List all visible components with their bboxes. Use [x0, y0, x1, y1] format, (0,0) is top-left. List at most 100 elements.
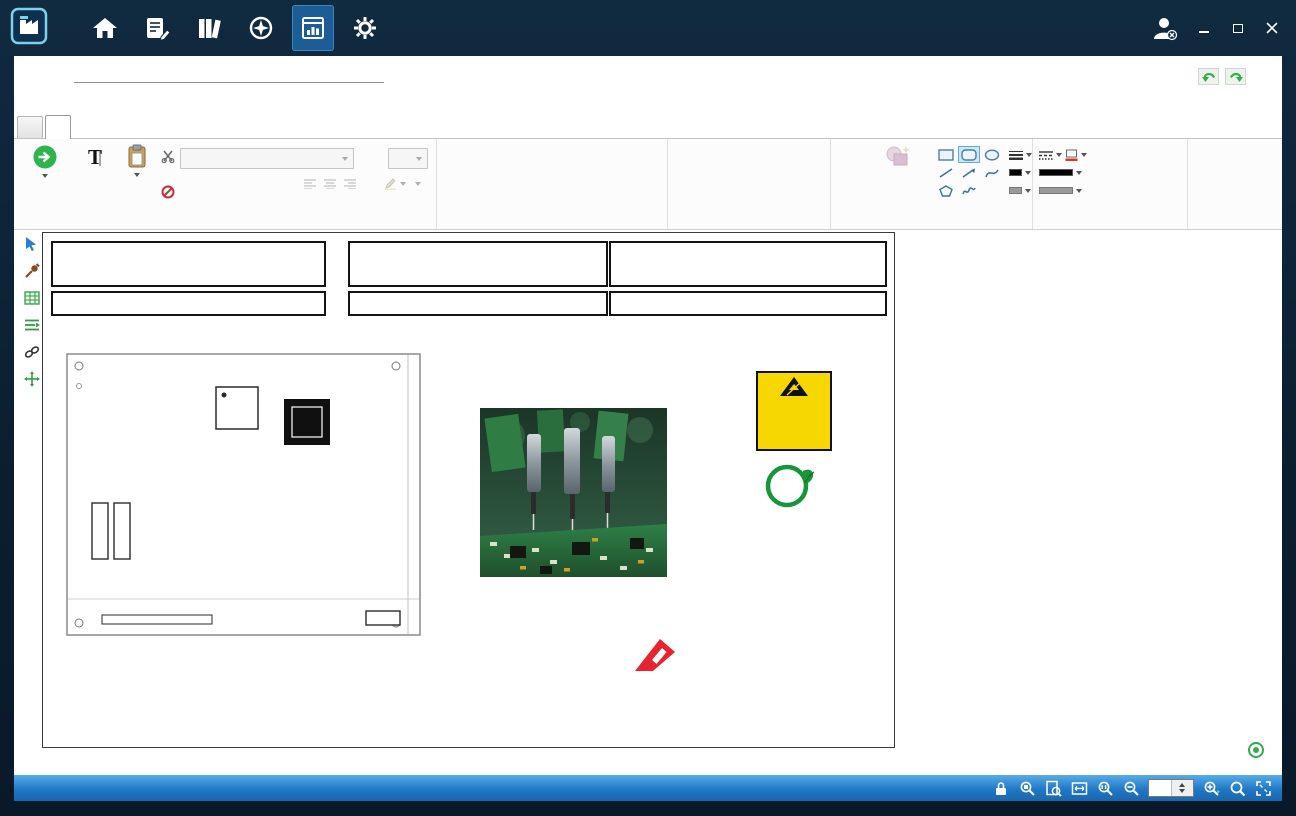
font-name-combo[interactable]: [180, 148, 354, 169]
zoom-100-icon[interactable]: [1096, 779, 1114, 797]
highlighter-icon: [384, 177, 397, 190]
nav-navigator-icon[interactable]: [240, 5, 282, 51]
esd-warning-label[interactable]: [756, 371, 832, 451]
titlebar: [0, 0, 1296, 56]
insert-button[interactable]: [24, 144, 66, 178]
underline-button[interactable]: [222, 175, 241, 193]
leadfree-icon: [761, 461, 819, 513]
redo-icon: [1229, 71, 1243, 83]
canvas-overview-toggle[interactable]: [1248, 742, 1264, 758]
assembly-photo-object[interactable]: [480, 408, 667, 577]
spinner-down-icon[interactable]: [1179, 789, 1185, 793]
insert-text-icon: T: [80, 144, 104, 170]
align-center-button[interactable]: [320, 175, 339, 193]
move-tool-icon[interactable]: [23, 371, 41, 387]
align-center-icon: [324, 179, 336, 189]
nav-library-icon[interactable]: [188, 5, 230, 51]
subscript-button[interactable]: [262, 175, 281, 193]
ribbon: T: [14, 139, 1282, 230]
label-assembly-name-revision[interactable]: [51, 291, 326, 316]
minimize-button[interactable]: [1194, 18, 1214, 38]
zoom-out-icon[interactable]: [1122, 779, 1140, 797]
aegis-flag-icon: [633, 637, 677, 675]
app-logo: [10, 7, 58, 50]
undo-button[interactable]: [1198, 68, 1219, 85]
minimize-icon: [1199, 31, 1209, 33]
label-batch-name[interactable]: [609, 291, 887, 316]
highlight-color-button[interactable]: [382, 175, 408, 192]
user-account-icon[interactable]: [1150, 18, 1180, 38]
lock-view-icon[interactable]: [992, 779, 1010, 797]
align-left-button[interactable]: [300, 175, 319, 193]
field-assembly-name-revision[interactable]: [51, 241, 326, 287]
select-tool-icon[interactable]: [23, 236, 41, 252]
aegis-logo[interactable]: [629, 637, 844, 677]
font-size-combo[interactable]: [388, 148, 428, 169]
anchor-tool-icon[interactable]: [23, 344, 41, 360]
ribbon-group-text: T: [16, 139, 437, 229]
main-navigation: [84, 5, 386, 51]
field-operation[interactable]: [348, 241, 608, 287]
eyedropper-tool-icon[interactable]: [23, 263, 41, 279]
zoom-level-spinner[interactable]: [1148, 779, 1194, 797]
format-clear-button[interactable]: [158, 183, 177, 201]
ribbon-group-misc: [1033, 139, 1188, 229]
nav-templates-icon[interactable]: [292, 5, 334, 51]
fit-page-icon[interactable]: [1044, 779, 1062, 797]
green-dot-icon: [1253, 747, 1259, 753]
nav-settings-icon[interactable]: [344, 5, 386, 51]
align-right-button[interactable]: [340, 175, 359, 193]
insert-icon: [32, 144, 58, 170]
no-symbol-icon: [161, 185, 175, 199]
leadfree-logo[interactable]: [756, 461, 824, 527]
template-title-field[interactable]: [74, 80, 384, 83]
ribbon-group-alignment: [668, 139, 831, 229]
italic-button[interactable]: [202, 175, 221, 193]
pcb-drawing: [66, 353, 421, 636]
ribbon-group-drawing: [437, 139, 668, 229]
statusbar: [14, 775, 1282, 801]
app-name: [57, 14, 58, 43]
titlebar-right: [1150, 18, 1282, 38]
history-buttons: [1198, 68, 1246, 85]
maximize-icon: [1233, 24, 1243, 33]
fit-screen-icon[interactable]: [1254, 779, 1272, 797]
ribbon-group-printing: [831, 139, 1033, 229]
redo-button[interactable]: [1225, 68, 1246, 85]
pcb-drawing-object[interactable]: [66, 353, 421, 636]
template-editor: T: [14, 56, 1282, 775]
zoom-selection-icon[interactable]: [1018, 779, 1036, 797]
align-tool-icon[interactable]: [23, 317, 41, 333]
scissors-icon: [161, 149, 175, 163]
undo-icon: [1202, 71, 1216, 83]
cut-button[interactable]: [158, 147, 177, 165]
design-canvas[interactable]: [42, 232, 895, 748]
grid-tool-icon[interactable]: [23, 290, 41, 306]
nav-forms-icon[interactable]: [136, 5, 178, 51]
factorylogix-window: T: [0, 0, 1296, 816]
nav-home-icon[interactable]: [84, 5, 126, 51]
label-current-operation[interactable]: [348, 291, 608, 316]
bold-button[interactable]: [182, 175, 201, 193]
align-left-icon: [304, 179, 316, 189]
align-right-icon: [344, 179, 356, 189]
magnifier-icon[interactable]: [1228, 779, 1246, 797]
font-color-button[interactable]: [410, 175, 423, 192]
fit-width-icon[interactable]: [1070, 779, 1088, 797]
close-button[interactable]: [1262, 18, 1282, 38]
esd-triangle-icon: [779, 376, 809, 397]
field-batch-name[interactable]: [609, 241, 887, 287]
tab-template[interactable]: [17, 116, 43, 138]
ribbon-tabs: [14, 116, 1282, 139]
zoom-in-icon[interactable]: [1202, 779, 1220, 797]
factorylogix-logo-icon: [10, 7, 48, 50]
spinner-up-icon[interactable]: [1179, 783, 1185, 787]
strikethrough-button[interactable]: [362, 175, 381, 193]
tab-drawing-tools[interactable]: [45, 115, 71, 139]
insert-text-button[interactable]: T: [70, 144, 114, 174]
assembly-photo: [480, 408, 667, 577]
maximize-button[interactable]: [1228, 18, 1248, 38]
paste-button[interactable]: [118, 144, 156, 177]
zoom-spinner-arrows[interactable]: [1171, 780, 1194, 796]
superscript-button[interactable]: [242, 175, 261, 193]
